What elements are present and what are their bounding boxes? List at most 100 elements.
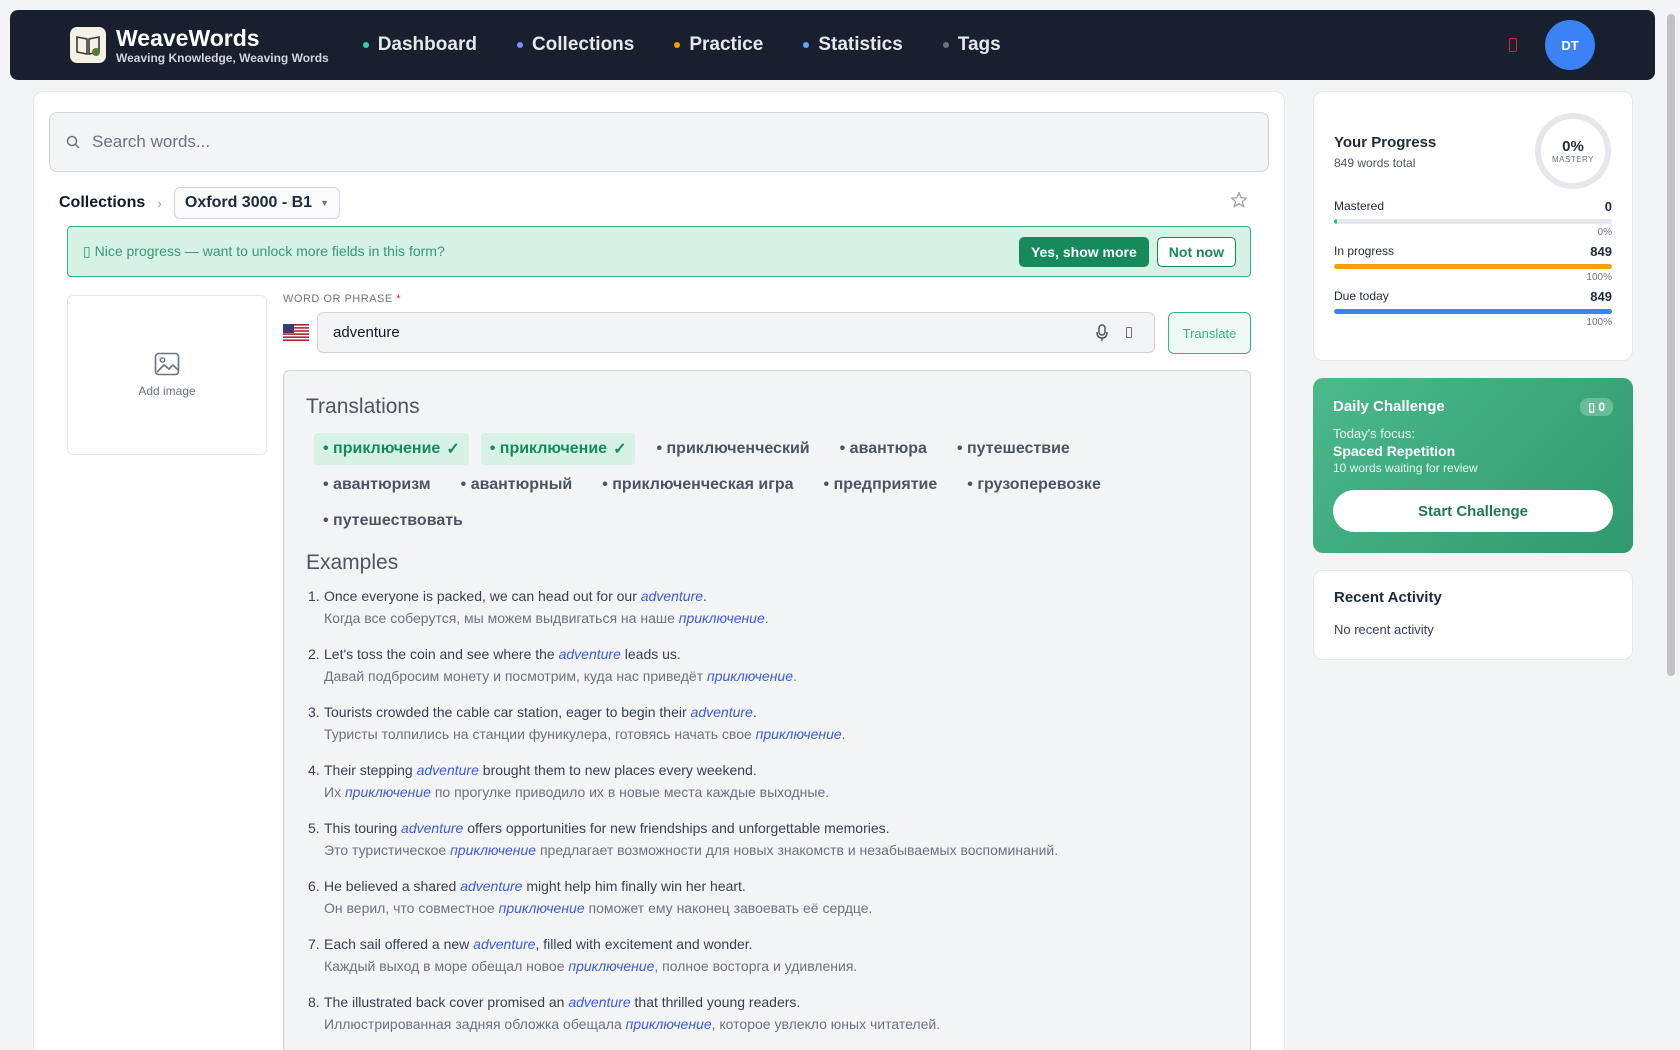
microphone-icon[interactable] — [1096, 323, 1108, 342]
show-more-button[interactable]: Yes, show more — [1018, 236, 1149, 267]
word-input[interactable]: adventure — [317, 312, 1155, 353]
translation-chip-text: • приключение — [323, 440, 441, 457]
nav-links: Dashboard Collections Practice Statistics Ta… — [362, 34, 1041, 56]
star-icon[interactable] — [1230, 191, 1248, 209]
translation-chip-text: • приключенческий — [656, 440, 810, 457]
example-text: предлагает возможности для новых знакомс… — [536, 842, 1059, 858]
stat-in-progress: In progress 849 100% — [1334, 244, 1612, 283]
translation-chip[interactable]: • предприятие — [815, 469, 947, 501]
example-text: Туристы толпились на станции фуникулера,… — [324, 726, 756, 742]
example-en: Tourists crowded the cable car station, … — [324, 701, 846, 723]
nav-label: Statistics — [818, 34, 903, 55]
stat-value: 0 — [1604, 199, 1612, 214]
example-en: The illustrated back cover promised an a… — [324, 991, 940, 1013]
nav-tags[interactable]: Tags — [942, 34, 1001, 56]
word-field-label-text: WORD OR PHRASE — [283, 293, 393, 305]
word-input-value: adventure — [333, 324, 400, 341]
example-text: Их — [324, 784, 345, 800]
examples-list: 1. Once everyone is packed, we can head o… — [308, 585, 1238, 1049]
translation-chip[interactable]: • авантюрный — [452, 469, 582, 501]
nav-dot-icon — [516, 42, 523, 48]
highlighted-word: adventure — [401, 820, 464, 836]
activity-title: Recent Activity — [1334, 589, 1442, 606]
highlighted-word: adventure — [640, 588, 704, 604]
nav-statistics[interactable]: Statistics — [803, 34, 903, 56]
translations-title: Translations — [306, 395, 420, 418]
nav-collections[interactable]: Collections — [516, 34, 634, 56]
highlighted-word: приключение — [678, 610, 765, 626]
word-field-label: WORD OR PHRASE * — [283, 293, 401, 305]
translation-chip[interactable]: • приключенческий — [647, 433, 818, 465]
top-navbar: WeaveWords Weaving Knowledge, Weaving Wo… — [10, 10, 1655, 80]
translation-chip-text: • приключение — [489, 440, 608, 457]
example-ru: Когда все соберутся, мы можем выдвигатьс… — [324, 607, 769, 629]
example-item: 3. Tourists crowded the cable car station… — [308, 701, 1238, 745]
stat-progress-bar — [1334, 219, 1612, 224]
search-icon — [66, 135, 80, 149]
examples-title: Examples — [306, 551, 399, 574]
nav-practice[interactable]: Practice — [674, 34, 763, 56]
example-item: 6. He believed a shared adventure might h… — [308, 875, 1238, 919]
example-en: This touring adventure offers opportunit… — [324, 817, 1058, 839]
example-text: . — [752, 704, 757, 720]
example-text: leads us. — [620, 646, 681, 662]
translation-chip[interactable]: • авантюризм — [314, 469, 440, 501]
example-text: Давай подбросим монету и посмотрим, куда… — [324, 668, 707, 684]
not-now-button[interactable]: Not now — [1156, 236, 1236, 267]
example-text: . — [841, 726, 846, 742]
translation-chip[interactable]: • приключение ✓ — [314, 433, 469, 465]
example-text: , полное восторга и удивления. — [654, 958, 858, 974]
example-text: поможет ему наконец завоевать её сердце. — [584, 900, 873, 916]
notification-icon[interactable] — [1509, 38, 1517, 52]
highlighted-word: adventure — [558, 646, 621, 662]
translation-chip-text: • авантюра — [839, 440, 927, 457]
stat-value: 849 — [1590, 244, 1612, 259]
word-editor-card: Collections › Oxford 3000 - B1 ▼ ▯ Nice … — [33, 91, 1285, 1050]
translation-chip-text: • авантюрный — [460, 476, 573, 493]
nav-dashboard[interactable]: Dashboard — [362, 34, 477, 56]
search-input[interactable] — [92, 132, 1192, 152]
translation-chip-text: • приключенческая игра — [602, 476, 794, 493]
stat-label: In progress — [1334, 244, 1395, 258]
add-image-dropzone[interactable]: Add image — [67, 295, 267, 455]
nav-dot-icon — [942, 42, 949, 48]
example-text: offers opportunities for new friendships… — [463, 820, 890, 836]
user-avatar[interactable]: DT — [1545, 20, 1595, 70]
unlock-fields-banner: ▯ Nice progress — want to unlock more fi… — [67, 226, 1251, 277]
collection-select[interactable]: Oxford 3000 - B1 ▼ — [173, 187, 340, 219]
start-challenge-button[interactable]: Start Challenge — [1333, 490, 1613, 532]
challenge-streak-badge: ▯ 0 — [1580, 398, 1613, 416]
example-item: 8. The illustrated back cover promised an… — [308, 991, 1238, 1035]
paste-icon[interactable] — [1126, 327, 1132, 338]
example-text: Once everyone is packed, we can head out… — [324, 588, 641, 604]
required-mark: * — [396, 293, 402, 305]
nav-dot-icon — [362, 42, 369, 48]
translation-chip[interactable]: • авантюра — [831, 433, 936, 465]
translation-chip[interactable]: • приключенческая игра — [593, 469, 802, 501]
example-item: 1. Once everyone is packed, we can head o… — [308, 585, 1238, 629]
stat-progress-fill — [1334, 264, 1612, 269]
translation-chip[interactable]: • путешествие — [948, 433, 1079, 465]
breadcrumb-separator: › — [157, 195, 162, 211]
example-ru: Туристы толпились на станции фуникулера,… — [324, 723, 846, 745]
example-number: 5. — [308, 820, 320, 836]
recent-activity-card: Recent Activity No recent activity — [1313, 570, 1633, 660]
translate-button[interactable]: Translate — [1168, 312, 1251, 354]
translation-chip[interactable]: • приключение ✓ — [480, 433, 636, 465]
breadcrumb-collections[interactable]: Collections — [59, 194, 145, 212]
translation-chip[interactable]: • грузоперевозке — [958, 469, 1110, 501]
us-flag-icon[interactable] — [283, 324, 309, 341]
stat-due-today: Due today 849 100% — [1334, 289, 1612, 328]
example-text: brought them to new places every weekend… — [478, 762, 757, 778]
image-icon — [154, 352, 180, 376]
stat-percent: 100% — [1586, 317, 1612, 328]
page-scrollbar[interactable] — [1667, 14, 1675, 676]
nav-label: Tags — [957, 34, 1001, 55]
breadcrumb: Collections › Oxford 3000 - B1 ▼ — [59, 187, 340, 219]
highlighted-word: adventure — [416, 762, 479, 778]
nav-dot-icon — [674, 42, 681, 48]
progress-card: Your Progress 849 words total 0% MASTERY… — [1313, 91, 1633, 361]
brand[interactable]: WeaveWords Weaving Knowledge, Weaving Wo… — [70, 25, 329, 65]
translation-chip[interactable]: • путешествовать — [314, 505, 472, 537]
banner-message: ▯ Nice progress — want to unlock more fi… — [83, 243, 445, 259]
